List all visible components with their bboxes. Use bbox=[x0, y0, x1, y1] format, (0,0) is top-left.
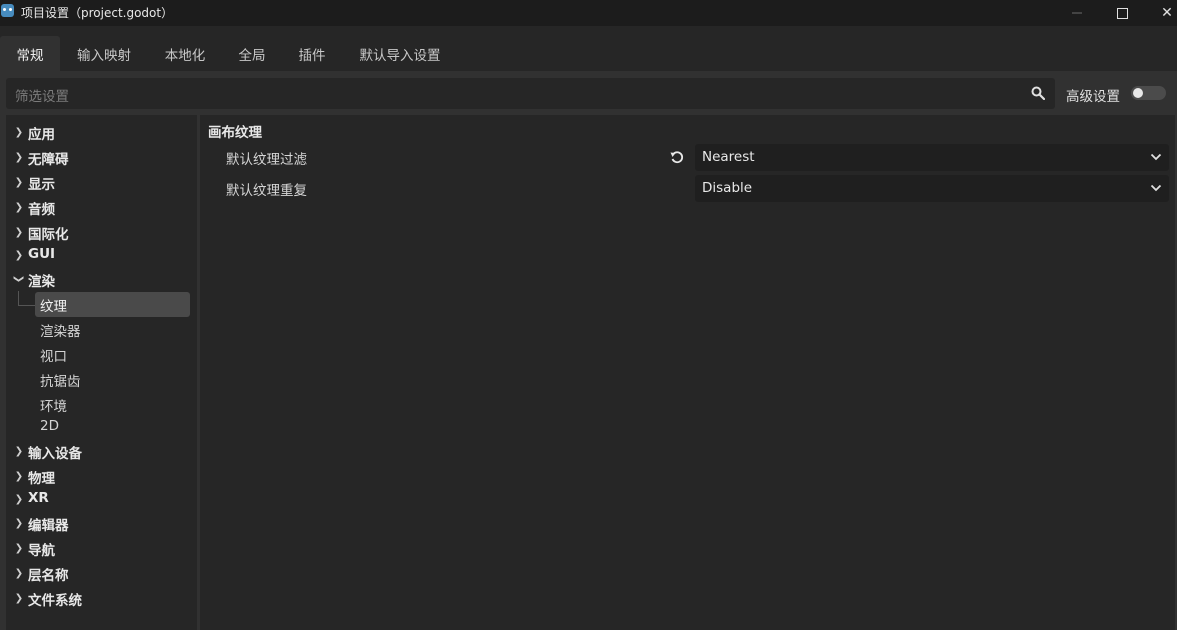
tab-label: 插件 bbox=[298, 47, 326, 64]
tree-item-input-devices[interactable]: ❯ 输入设备 bbox=[6, 439, 197, 463]
chevron-right-icon[interactable]: ❯ bbox=[14, 586, 24, 610]
tree-item-display[interactable]: ❯ 显示 bbox=[6, 170, 197, 194]
tab-label: 常规 bbox=[16, 47, 44, 64]
section-title: 画布纹理 bbox=[208, 125, 262, 141]
default-texture-repeat-dropdown[interactable]: Disable bbox=[695, 175, 1169, 202]
advanced-settings-label: 高级设置 bbox=[1066, 89, 1120, 105]
tree-item-rendering[interactable]: ❯ 渲染 bbox=[6, 267, 197, 291]
tree-item-label: 渲染 bbox=[28, 274, 55, 290]
tree-item-label: 导航 bbox=[28, 543, 55, 559]
maximize-button[interactable] bbox=[1099, 0, 1145, 26]
dropdown-value: Nearest bbox=[702, 149, 755, 165]
tree-item-label: 层名称 bbox=[28, 568, 69, 584]
tab-globals[interactable]: 全局 bbox=[228, 36, 276, 71]
tree-item-label: 渲染器 bbox=[40, 324, 81, 340]
tab-label: 输入映射 bbox=[77, 47, 131, 64]
maximize-icon bbox=[1116, 7, 1128, 19]
tree-item-anti-aliasing[interactable]: 抗锯齿 bbox=[6, 367, 197, 391]
tree-item-label: 视口 bbox=[40, 349, 67, 365]
tree-item-physics[interactable]: ❯ 物理 bbox=[6, 464, 197, 488]
tab-localization[interactable]: 本地化 bbox=[154, 36, 216, 71]
tree-item-label: 文件系统 bbox=[28, 593, 82, 609]
search-placeholder: 筛选设置 bbox=[15, 89, 69, 105]
tree-item-label: 抗锯齿 bbox=[40, 374, 81, 390]
tree-item-internationalization[interactable]: ❯ 国际化 bbox=[6, 220, 197, 244]
tree-item-label: 音频 bbox=[28, 202, 55, 218]
tree-item-label: 2D bbox=[40, 418, 59, 434]
chevron-right-icon[interactable]: ❯ bbox=[14, 561, 24, 585]
revert-icon[interactable] bbox=[669, 149, 685, 165]
minimize-icon bbox=[1072, 12, 1082, 14]
chevron-down-icon bbox=[1150, 184, 1162, 192]
tree-item-label: GUI bbox=[28, 246, 56, 262]
tab-label: 全局 bbox=[238, 47, 266, 64]
tree-item-label: 纹理 bbox=[40, 299, 67, 315]
tab-plugins[interactable]: 插件 bbox=[288, 36, 336, 71]
chevron-right-icon[interactable]: ❯ bbox=[14, 243, 24, 267]
tree-item-layer-names[interactable]: ❯ 层名称 bbox=[6, 561, 197, 585]
tree-item-application[interactable]: ❯ 应用 bbox=[6, 120, 197, 144]
chevron-right-icon[interactable]: ❯ bbox=[14, 120, 24, 144]
chevron-right-icon[interactable]: ❯ bbox=[14, 220, 24, 244]
tree-item-label: XR bbox=[28, 490, 49, 506]
tree-item-2d[interactable]: 2D bbox=[6, 415, 197, 439]
tab-bar: 常规 输入映射 本地化 全局 插件 默认导入设置 bbox=[0, 26, 1177, 71]
tab-general[interactable]: 常规 bbox=[0, 36, 60, 71]
tree-item-audio[interactable]: ❯ 音频 bbox=[6, 195, 197, 219]
default-texture-filter-dropdown[interactable]: Nearest bbox=[695, 144, 1169, 171]
chevron-down-icon bbox=[1150, 153, 1162, 161]
minimize-button[interactable] bbox=[1054, 0, 1100, 26]
tree-item-label: 输入设备 bbox=[28, 446, 82, 462]
chevron-right-icon[interactable]: ❯ bbox=[14, 536, 24, 560]
chevron-right-icon[interactable]: ❯ bbox=[14, 170, 24, 194]
search-icon[interactable] bbox=[1031, 86, 1045, 100]
close-button[interactable]: ✕ bbox=[1144, 0, 1177, 26]
tree-item-filesystem[interactable]: ❯ 文件系统 bbox=[6, 586, 197, 610]
godot-app-icon bbox=[1, 4, 14, 17]
tree-item-label: 环境 bbox=[40, 399, 67, 415]
chevron-right-icon[interactable]: ❯ bbox=[14, 511, 24, 535]
chevron-right-icon[interactable]: ❯ bbox=[14, 195, 24, 219]
filter-settings-input[interactable]: 筛选设置 bbox=[6, 78, 1055, 109]
advanced-settings-toggle[interactable] bbox=[1131, 86, 1166, 100]
tree-item-gui[interactable]: ❯ GUI bbox=[6, 243, 197, 267]
tab-label: 本地化 bbox=[164, 47, 206, 64]
tree-item-renderer[interactable]: 渲染器 bbox=[6, 317, 197, 341]
dropdown-value: Disable bbox=[702, 180, 753, 196]
settings-tree: ❯ 应用 ❯ 无障碍 ❯ 显示 ❯ 音频 ❯ 国际化 ❯ GUI ❯ 渲染 纹理… bbox=[6, 115, 197, 630]
tree-item-navigation[interactable]: ❯ 导航 bbox=[6, 536, 197, 560]
tab-import-defaults[interactable]: 默认导入设置 bbox=[348, 36, 452, 71]
tree-item-xr[interactable]: ❯ XR bbox=[6, 487, 197, 511]
tree-item-accessibility[interactable]: ❯ 无障碍 bbox=[6, 145, 197, 169]
tree-item-label: 编辑器 bbox=[28, 518, 69, 534]
tab-label: 默认导入设置 bbox=[359, 47, 441, 64]
chevron-right-icon[interactable]: ❯ bbox=[14, 439, 24, 463]
toggle-knob bbox=[1133, 88, 1143, 98]
close-icon: ✕ bbox=[1161, 5, 1173, 21]
tree-item-viewport[interactable]: 视口 bbox=[6, 342, 197, 366]
chevron-right-icon[interactable]: ❯ bbox=[14, 145, 24, 169]
tree-item-label: 应用 bbox=[28, 127, 55, 143]
tree-item-label: 显示 bbox=[28, 177, 55, 193]
title-bar: 项目设置（project.godot） ✕ bbox=[0, 0, 1177, 26]
chevron-right-icon[interactable]: ❯ bbox=[14, 464, 24, 488]
tree-item-label: 国际化 bbox=[28, 227, 69, 243]
tree-item-editor[interactable]: ❯ 编辑器 bbox=[6, 511, 197, 535]
settings-inspector: 画布纹理 默认纹理过滤 Nearest 默认纹理重复 Disable bbox=[200, 115, 1175, 630]
window-title: 项目设置（project.godot） bbox=[21, 6, 174, 20]
tree-item-label: 物理 bbox=[28, 471, 55, 487]
property-label-default-texture-repeat: 默认纹理重复 bbox=[226, 183, 307, 199]
chevron-right-icon[interactable]: ❯ bbox=[14, 487, 24, 511]
tree-item-environment[interactable]: 环境 bbox=[6, 392, 197, 416]
tree-item-label: 无障碍 bbox=[28, 152, 69, 168]
tab-input-map[interactable]: 输入映射 bbox=[66, 36, 142, 71]
property-label-default-texture-filter: 默认纹理过滤 bbox=[226, 152, 307, 168]
tree-item-textures[interactable]: 纹理 bbox=[6, 292, 197, 316]
